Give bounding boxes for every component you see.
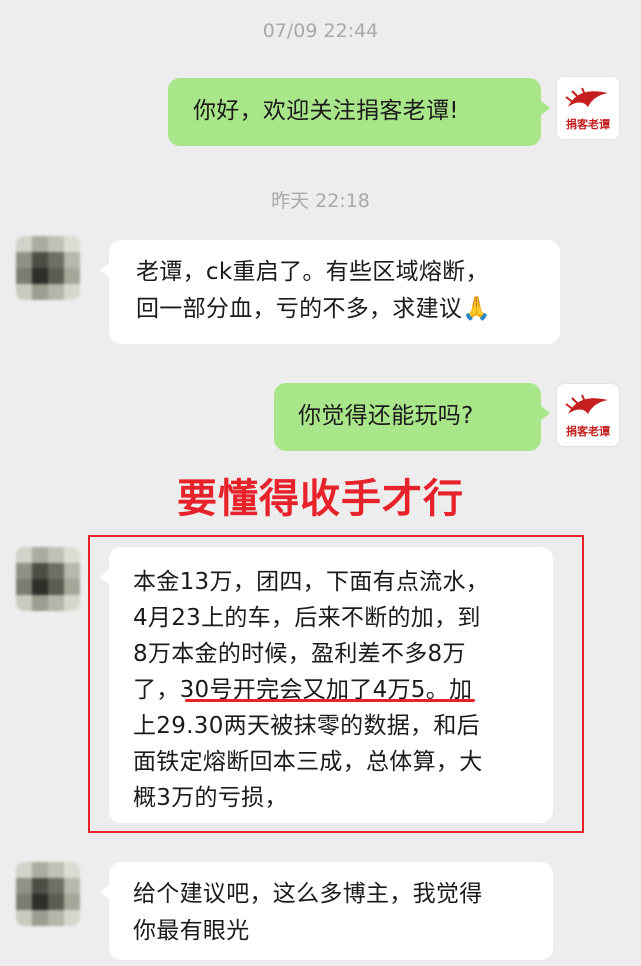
- message-bubble-incoming[interactable]: 老谭，ck重启了。有些区域熔断， 回一部分血，亏的不多，求建议🙏: [100, 240, 560, 344]
- message-line: 老谭，ck重启了。有些区域熔断，: [136, 259, 489, 285]
- highlight-box: [88, 535, 584, 833]
- avatar[interactable]: 捐客老谭: [556, 383, 620, 447]
- avatar-brand-text: 捐客老谭: [566, 117, 610, 131]
- avatar[interactable]: [16, 862, 80, 926]
- message-text: 你好，欢迎关注捐客老谭!: [193, 98, 459, 124]
- avatar[interactable]: [16, 547, 80, 611]
- timestamp: 昨天 22:18: [271, 190, 370, 212]
- message-bubble-incoming[interactable]: 给个建议吧，这么多博主，我觉得 你最有眼光: [100, 862, 553, 960]
- highlight-underline: [185, 699, 475, 702]
- message-bubble-outgoing[interactable]: 你好，欢迎关注捐客老谭!: [168, 78, 550, 146]
- message-text: 你觉得还能玩吗?: [298, 403, 474, 429]
- timestamp: 07/09 22:44: [262, 20, 379, 42]
- message-line: 你最有眼光: [133, 918, 250, 944]
- message-line: 回一部分血，亏的不多，求建议🙏: [136, 296, 492, 322]
- message-bubble-outgoing[interactable]: 你觉得还能玩吗?: [274, 383, 550, 451]
- avatar[interactable]: 捐客老谭: [556, 76, 620, 140]
- message-line: 给个建议吧，这么多博主，我觉得: [133, 881, 483, 907]
- avatar-brand-text: 捐客老谭: [566, 424, 610, 438]
- annotation-text: 要懂得收手才行: [177, 476, 464, 522]
- logo-icon: [565, 394, 608, 414]
- logo-icon: [565, 87, 608, 107]
- avatar[interactable]: [16, 236, 80, 300]
